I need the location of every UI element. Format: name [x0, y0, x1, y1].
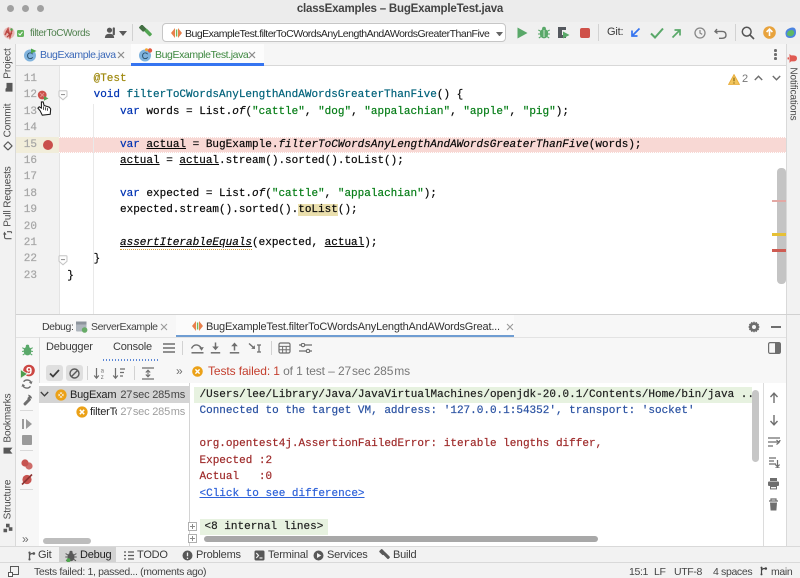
svg-text:a: a — [101, 368, 105, 374]
svg-text:z: z — [101, 375, 104, 380]
svg-text:9: 9 — [26, 366, 32, 378]
svg-text:C: C — [142, 51, 149, 61]
